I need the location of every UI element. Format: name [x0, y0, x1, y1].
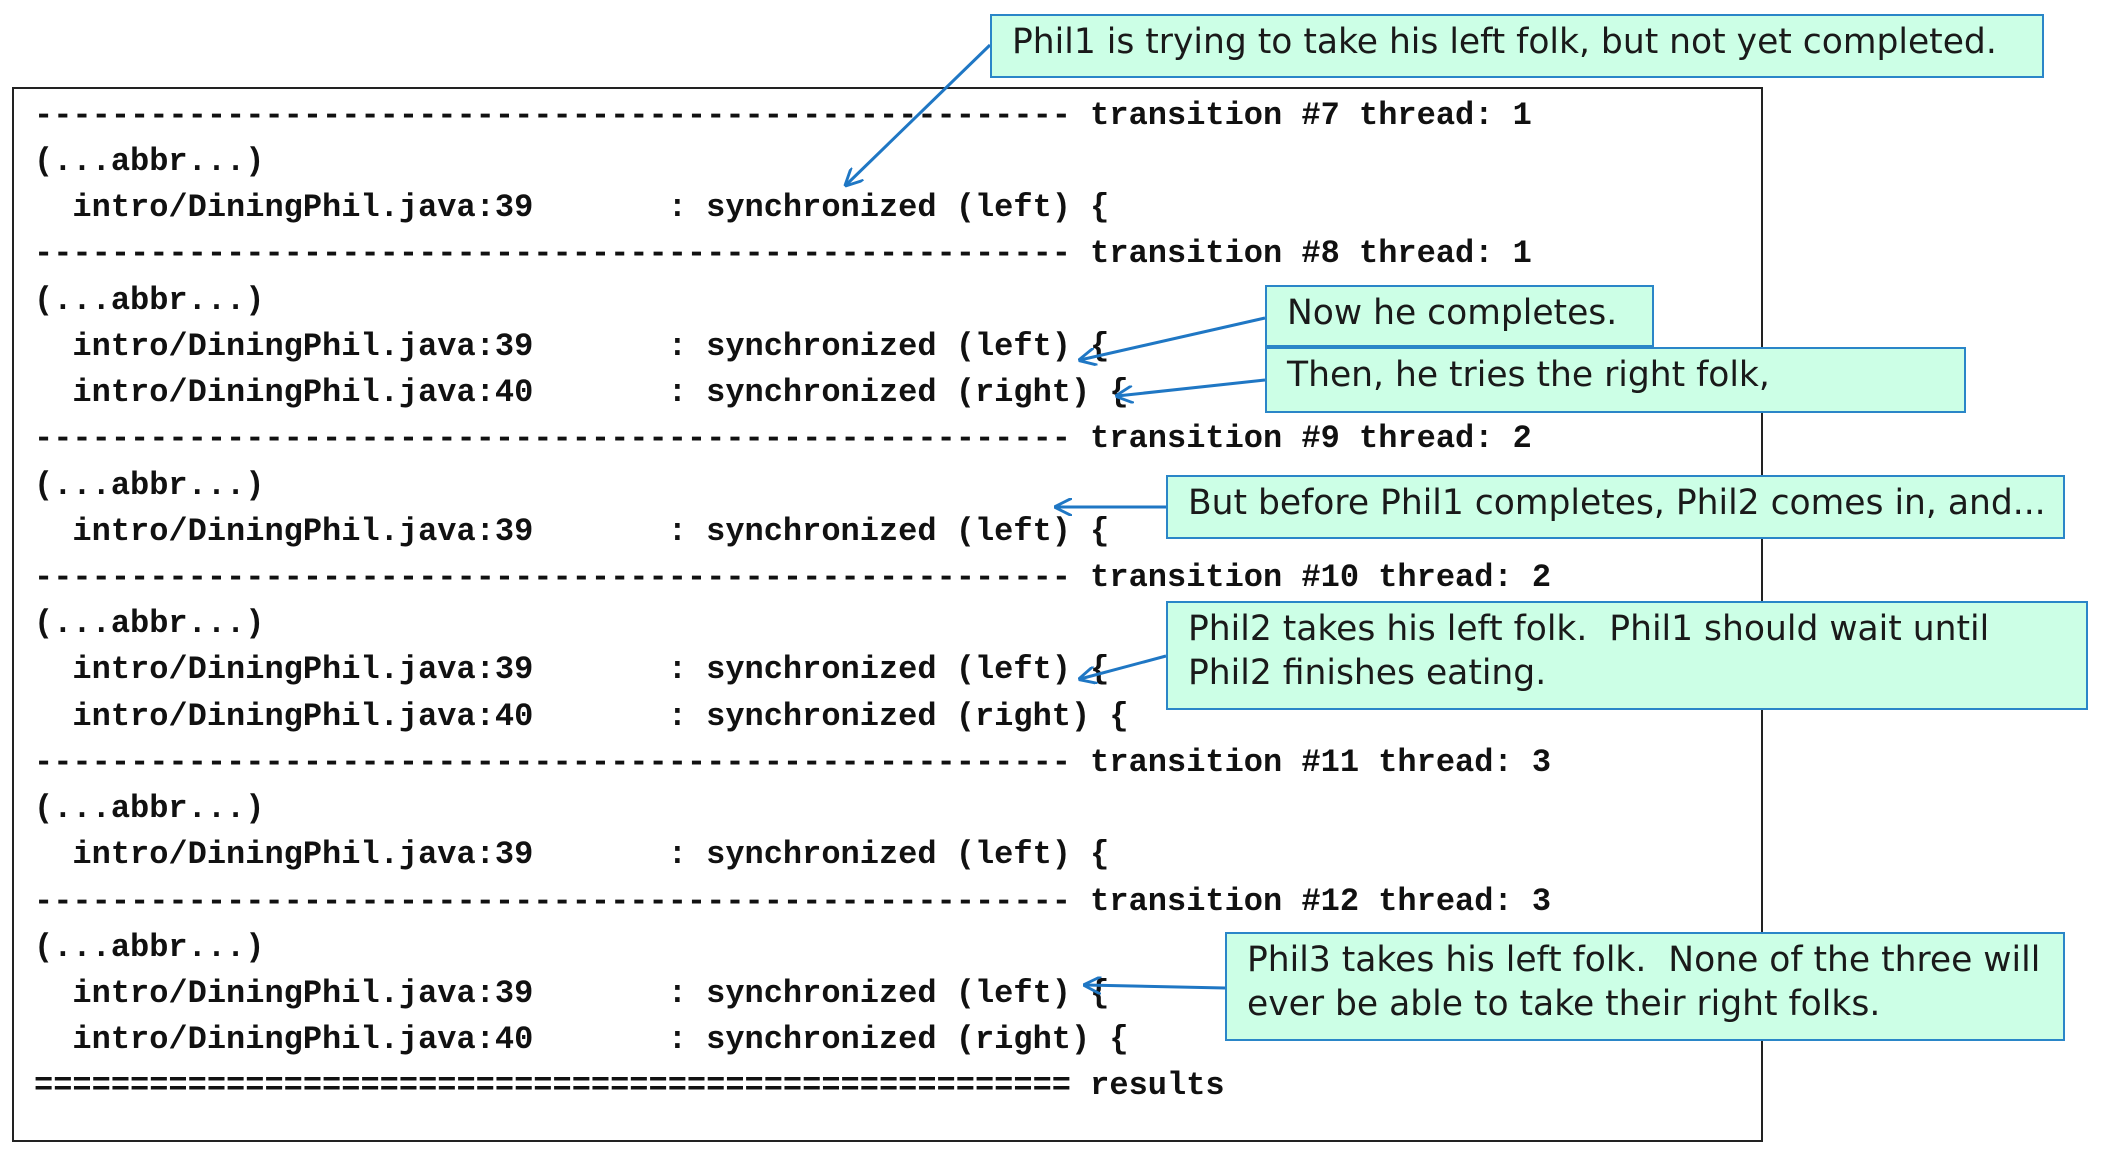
code-line: intro/DiningPhil.java:39 : synchronized …: [34, 513, 1110, 550]
abbr-line: (...abbr...): [34, 605, 265, 642]
separator-line-transition-7: ----------------------------------------…: [34, 97, 1532, 134]
abbr-line: (...abbr...): [34, 790, 265, 827]
code-line: intro/DiningPhil.java:39 : synchronized …: [34, 189, 1110, 226]
abbr-line: (...abbr...): [34, 467, 265, 504]
separator-line-transition-12: ----------------------------------------…: [34, 883, 1552, 920]
callout-phil3-deadlock: Phil3 takes his left folk. None of the t…: [1225, 932, 2065, 1041]
code-line: intro/DiningPhil.java:39 : synchronized …: [34, 651, 1110, 688]
code-line: intro/DiningPhil.java:39 : synchronized …: [34, 975, 1110, 1012]
separator-line-transition-10: ----------------------------------------…: [34, 559, 1552, 596]
code-line: intro/DiningPhil.java:39 : synchronized …: [34, 328, 1110, 365]
abbr-line: (...abbr...): [34, 929, 265, 966]
separator-line-transition-8: ----------------------------------------…: [34, 235, 1532, 272]
code-line: intro/DiningPhil.java:40 : synchronized …: [34, 698, 1129, 735]
separator-line-transition-9: ----------------------------------------…: [34, 420, 1532, 457]
abbr-line: (...abbr...): [34, 282, 265, 319]
callout-phil2-comes-in: But before Phil1 completes, Phil2 comes …: [1166, 475, 2065, 539]
separator-line-transition-11: ----------------------------------------…: [34, 744, 1552, 781]
code-line: intro/DiningPhil.java:39 : synchronized …: [34, 836, 1110, 873]
code-line: intro/DiningPhil.java:40 : synchronized …: [34, 374, 1129, 411]
callout-phil2-takes-left: Phil2 takes his left folk. Phil1 should …: [1166, 601, 2088, 710]
callout-phil1-completes: Now he completes.: [1265, 285, 1654, 347]
callout-phil1-tries-right: Then, he tries the right folk,: [1265, 347, 1966, 413]
callout-phil1-trying-left: Phil1 is trying to take his left folk, b…: [990, 14, 2044, 78]
abbr-line: (...abbr...): [34, 143, 265, 180]
results-line: ========================================…: [34, 1067, 1225, 1104]
code-line: intro/DiningPhil.java:40 : synchronized …: [34, 1021, 1129, 1058]
